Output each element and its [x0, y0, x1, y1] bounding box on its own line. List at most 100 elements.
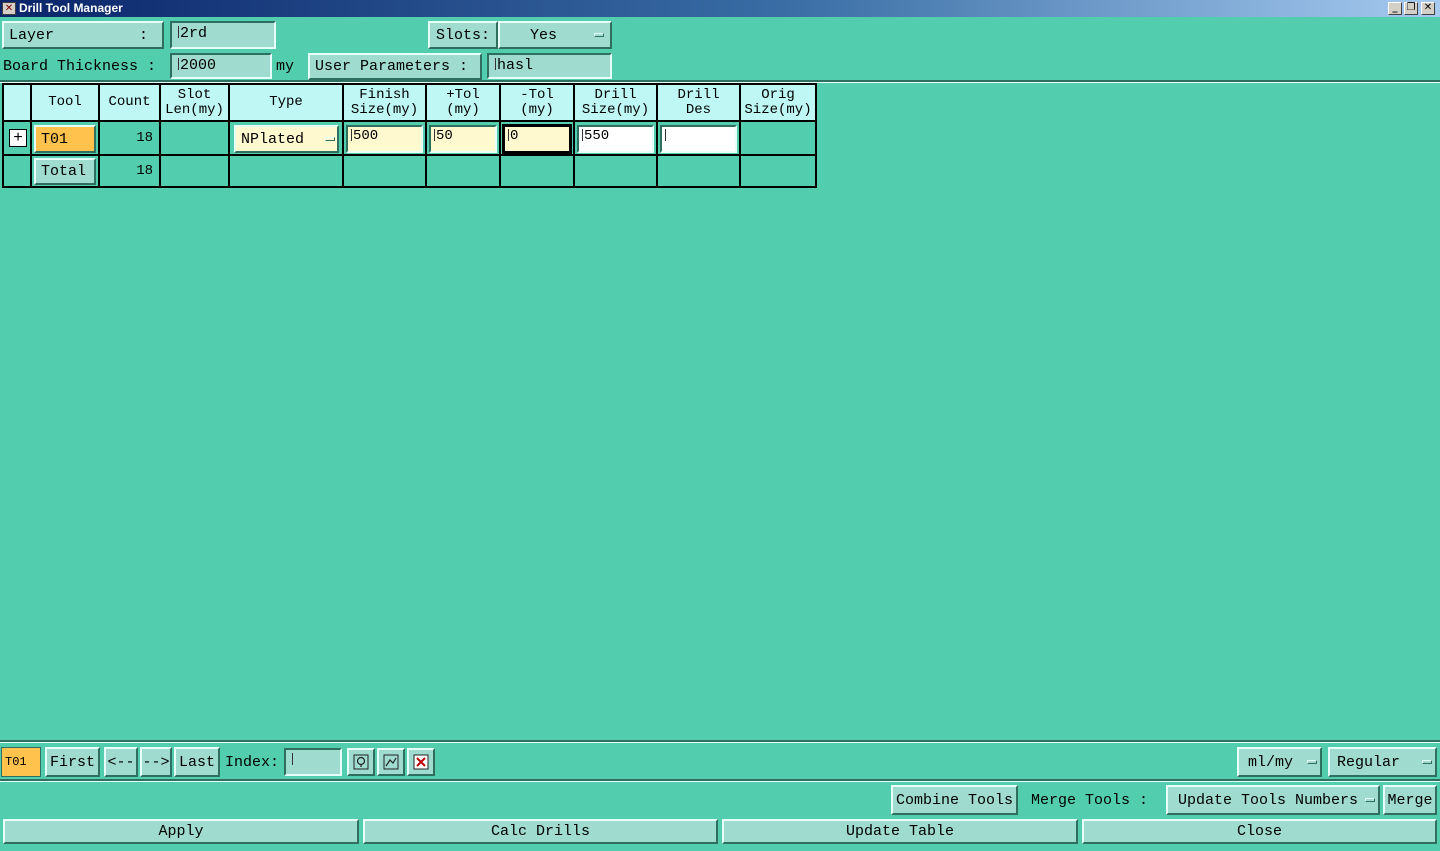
header-line: Drill [594, 86, 637, 103]
grid-line [228, 120, 230, 186]
text-cursor [292, 753, 293, 765]
grid-line [342, 120, 344, 186]
type-value: NPlated [241, 130, 305, 148]
layer-colon: : [138, 26, 148, 44]
slots-value: Yes [530, 26, 558, 44]
first-button[interactable]: First [45, 747, 100, 777]
header-line: Size(my) [744, 101, 812, 118]
close-button[interactable]: Close [1082, 819, 1437, 844]
divider [0, 742, 1440, 743]
units-dropdown[interactable]: ml/my [1237, 747, 1322, 777]
title-bar: ✕ Drill Tool Manager _ ❐ ✕ [0, 0, 1440, 17]
grid-line [499, 120, 501, 186]
calc-drills-label: Calc Drills [490, 823, 591, 840]
next-button[interactable]: --> [140, 747, 172, 777]
header-count-text: Count [108, 94, 151, 110]
mode-dropdown[interactable]: Regular [1328, 747, 1437, 777]
plus-tol-input[interactable]: 50 [429, 125, 497, 153]
board-thickness-label: Board Thickness : [3, 58, 157, 75]
text-cursor [582, 129, 583, 141]
layer-label-text: Layer [9, 26, 55, 44]
header-line: (my) [446, 101, 480, 118]
next-label: --> [142, 753, 170, 771]
drill-des-input[interactable] [660, 125, 737, 153]
update-table-label: Update Table [845, 823, 955, 840]
dropdown-arrow-icon [594, 33, 604, 37]
dropdown-arrow-icon [1365, 798, 1375, 802]
header-line: (my) [520, 101, 554, 118]
merge-button[interactable]: Merge [1383, 785, 1437, 815]
board-thickness-unit: my [276, 58, 295, 75]
header-finish-size[interactable]: Finish Size(my) [344, 85, 427, 120]
finish-size-input[interactable]: 500 [346, 125, 423, 153]
tool-id: T01 [41, 130, 69, 148]
prev-button[interactable]: <-- [104, 747, 138, 777]
text-cursor [495, 58, 496, 70]
minus-tol-value: 0 [510, 128, 519, 144]
last-label: Last [178, 753, 215, 771]
last-button[interactable]: Last [174, 747, 220, 777]
header-drill-size[interactable]: Drill Size(my) [575, 85, 658, 120]
user-parameters-input[interactable]: hasl [487, 53, 612, 79]
header-tool-text: Tool [48, 94, 82, 110]
mode-value: Regular [1337, 753, 1401, 771]
user-parameters-label: User Parameters : [315, 58, 469, 75]
grid-line [656, 120, 658, 186]
slots-label-text: Slots: [435, 26, 490, 44]
user-parameters-button[interactable]: User Parameters : [308, 53, 482, 80]
expand-row-icon[interactable]: + [9, 129, 27, 147]
finish-size-value: 500 [353, 128, 379, 144]
count-cell: 18 [136, 130, 153, 146]
tool-cell-button[interactable]: T01 [34, 125, 96, 153]
text-cursor [434, 129, 435, 141]
header-drill-size-text: Drill Size(my) [581, 86, 650, 118]
calc-drills-button[interactable]: Calc Drills [363, 819, 718, 844]
delete-button[interactable] [407, 748, 435, 776]
slots-dropdown[interactable]: Yes [498, 21, 612, 49]
plus-tol-value: 50 [436, 128, 453, 144]
merge-option-dropdown[interactable]: Update Tools Numbers [1166, 785, 1380, 815]
layer-input[interactable]: 2rd [170, 21, 276, 49]
close-label: Close [1236, 823, 1282, 840]
header-slot-len-text: Slot Len(my) [165, 87, 224, 118]
header-drill-des-text: Drill Des [677, 86, 720, 118]
slots-label: Slots: [428, 21, 498, 49]
merge-label: Merge [1387, 791, 1433, 809]
drill-size-input[interactable]: 550 [577, 125, 654, 153]
header-line: Size(my) [350, 101, 419, 118]
lightbulb-button[interactable] [347, 748, 375, 776]
header-tool[interactable]: Tool [32, 85, 100, 120]
header-drill-des[interactable]: Drill Des [658, 85, 741, 120]
text-cursor [351, 129, 352, 141]
header-type[interactable]: Type [230, 85, 344, 120]
board-thickness-input[interactable]: 2000 [170, 53, 272, 79]
update-table-button[interactable]: Update Table [722, 819, 1078, 844]
restore-button[interactable]: ❐ [1404, 2, 1418, 15]
grid-line [573, 120, 575, 186]
apply-button[interactable]: Apply [3, 819, 359, 844]
header-line: Drill [677, 86, 720, 103]
header-line: Des [685, 101, 712, 118]
combine-tools-label: Combine Tools [895, 791, 1014, 809]
app-icon[interactable]: ✕ [2, 2, 16, 15]
type-dropdown[interactable]: NPlated [234, 125, 339, 153]
layer-label[interactable]: Layer : [2, 21, 164, 49]
header-minus-tol[interactable]: -Tol (my) [501, 85, 575, 120]
header-orig-size[interactable]: Orig Size(my) [741, 85, 815, 120]
header-line: Size(my) [581, 101, 650, 118]
user-parameters-value: hasl [497, 57, 534, 74]
header-count[interactable]: Count [100, 85, 161, 120]
index-input[interactable] [284, 748, 342, 776]
text-cursor [508, 129, 509, 141]
first-label: First [49, 753, 95, 771]
close-window-button[interactable]: ✕ [1421, 2, 1435, 15]
header-plus-tol[interactable]: +Tol (my) [427, 85, 501, 120]
combine-tools-button[interactable]: Combine Tools [891, 785, 1018, 815]
apply-label: Apply [158, 823, 204, 840]
total-button[interactable]: Total [34, 158, 96, 185]
layer-value: 2rd [180, 25, 208, 42]
minimize-button[interactable]: _ [1388, 2, 1402, 15]
minus-tol-input[interactable]: 0 [502, 124, 572, 154]
select-button[interactable] [377, 748, 405, 776]
header-slot-len[interactable]: Slot Len(my) [161, 85, 230, 120]
